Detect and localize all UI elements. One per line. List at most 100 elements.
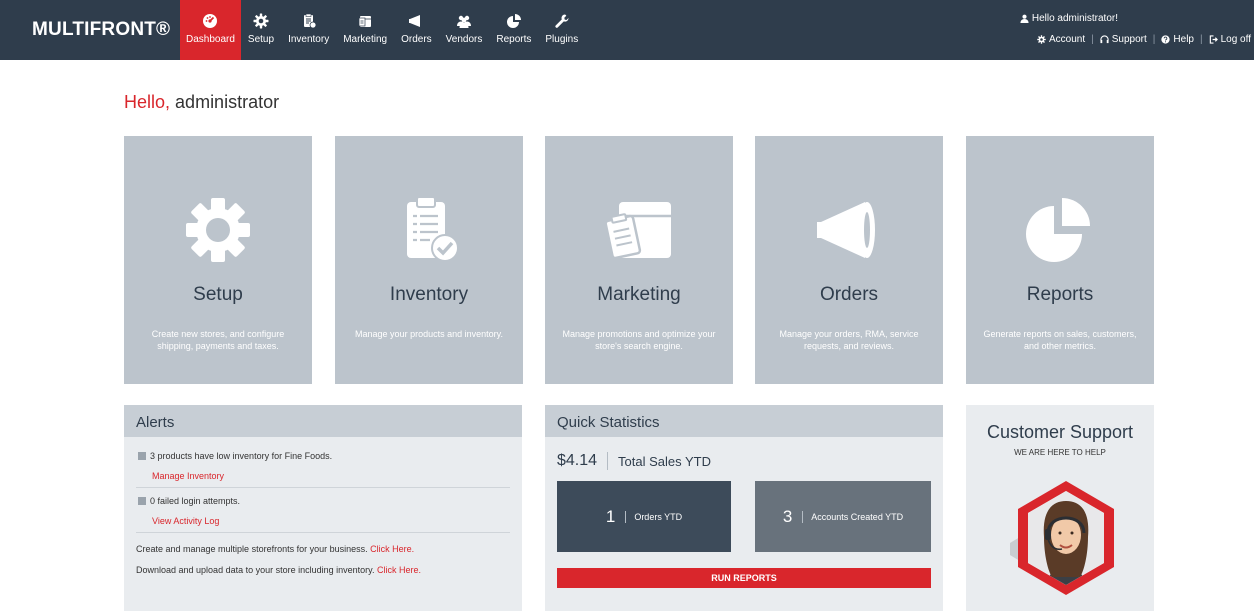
megaphone-icon: [817, 202, 875, 258]
nav-orders[interactable]: Orders: [394, 0, 439, 60]
users-icon: [457, 15, 472, 28]
divider: [607, 452, 609, 470]
run-reports-button[interactable]: RUN REPORTS: [557, 568, 931, 588]
alerts-info: Create and manage multiple storefronts f…: [136, 539, 510, 581]
nav-label: Vendors: [445, 34, 483, 45]
user-icon: [1020, 14, 1029, 23]
question-icon: [1161, 35, 1171, 44]
orders-ytd-value: 1: [605, 506, 616, 526]
bullet-square-icon: [138, 452, 146, 460]
panel-title: Alerts: [124, 405, 522, 437]
gear-icon: [186, 198, 250, 262]
panel-title: Quick Statistics: [545, 405, 943, 437]
user-greeting-text: Hello administrator!: [1031, 13, 1118, 24]
pie-chart-icon: [1026, 198, 1090, 262]
divider: |: [1152, 34, 1156, 45]
greeting-name: administrator: [175, 92, 280, 112]
tile-marketing[interactable]: Marketing Manage promotions and optimize…: [545, 136, 733, 384]
accounts-ytd-stat: 3 Accounts Created YTD: [755, 481, 931, 552]
view-activity-log-link[interactable]: View Activity Log: [152, 516, 510, 526]
total-sales-label: Total Sales YTD: [618, 453, 712, 469]
nav-label: Setup: [247, 34, 275, 45]
alert-text: 3 products have low inventory for Fine F…: [150, 451, 333, 461]
tile-description: Create new stores, and configure shippin…: [151, 329, 285, 351]
tile-title: Marketing: [597, 284, 681, 305]
top-navbar: MULTIFRONT® Dashboard Setup Inventory Ma…: [0, 0, 1254, 60]
dashboard-icon: [203, 14, 218, 28]
divider: [625, 510, 627, 523]
nav-marketing[interactable]: Marketing: [336, 0, 394, 60]
quick-statistics-panel: Quick Statistics $4.14 Total Sales YTD 1…: [545, 405, 943, 611]
nav-setup[interactable]: Setup: [241, 0, 281, 60]
total-sales: $4.14 Total Sales YTD: [557, 452, 711, 470]
greeting-hello: Hello,: [124, 92, 171, 112]
nav-label: Marketing: [343, 34, 388, 45]
total-sales-amount: $4.14: [557, 452, 598, 469]
nav-inventory[interactable]: Inventory: [281, 0, 336, 60]
support-subtitle: WE ARE HERE TO HELP: [1014, 448, 1106, 457]
tile-title: Setup: [193, 284, 243, 305]
wrench-icon: [555, 14, 569, 28]
megaphone-icon: [409, 15, 421, 27]
tile-title: Inventory: [389, 284, 469, 305]
tile-description: Manage your products and inventory.: [355, 329, 503, 339]
orders-ytd-label: Orders YTD: [634, 511, 683, 522]
divider: [802, 510, 804, 523]
alert-item: 0 failed login attempts. View Activity L…: [136, 488, 510, 533]
help-link[interactable]: Help: [1161, 34, 1194, 45]
box-icon: [358, 16, 372, 27]
orders-ytd-stat: 1 Orders YTD: [557, 481, 731, 552]
gear-icon: [253, 13, 269, 29]
tile-inventory[interactable]: Inventory Manage your products and inven…: [335, 136, 523, 384]
alert-text: 0 failed login attempts.: [150, 496, 241, 506]
download-text: Download and upload data to your store i…: [136, 565, 375, 575]
logout-icon: [1209, 35, 1218, 44]
tile-description: Manage your orders, RMA, service request…: [779, 329, 919, 351]
headset-icon: [1100, 35, 1109, 44]
alerts-panel: Alerts 3 products have low inventory for…: [124, 405, 522, 611]
nav-label: Dashboard: [186, 34, 235, 45]
storefront-click-here-link[interactable]: Click Here.: [370, 544, 414, 554]
account-link[interactable]: Account: [1037, 34, 1085, 45]
download-click-here-link[interactable]: Click Here.: [377, 565, 421, 575]
nav-reports[interactable]: Reports: [489, 0, 538, 60]
utility-links: Account | Support | Help | Log off: [1037, 34, 1251, 45]
page-greeting: Hello, administrator: [124, 92, 279, 113]
pie-chart-icon: [506, 14, 521, 28]
nav-label: Inventory: [288, 34, 330, 45]
accounts-ytd-label: Accounts Created YTD: [811, 511, 904, 522]
help-label: Help: [1173, 34, 1194, 45]
logoff-label: Log off: [1220, 34, 1251, 45]
tile-description: Manage promotions and optimize your stor…: [562, 329, 716, 351]
brand-logo[interactable]: MULTIFRONT®: [32, 19, 170, 41]
nav-label: Reports: [496, 34, 532, 45]
storefront-text: Create and manage multiple storefronts f…: [136, 544, 368, 554]
nav-label: Plugins: [545, 34, 579, 45]
support-title: Customer Support: [986, 422, 1134, 442]
clipboard-check-icon: [407, 196, 459, 262]
alert-item: 3 products have low inventory for Fine F…: [136, 451, 510, 488]
divider: |: [1199, 34, 1203, 45]
bullet-square-icon: [138, 497, 146, 505]
manage-inventory-link[interactable]: Manage Inventory: [152, 471, 510, 481]
nav-label: Orders: [401, 34, 432, 45]
support-label: Support: [1111, 34, 1147, 45]
box-clipboard-icon: [604, 202, 671, 260]
tile-setup[interactable]: Setup Create new stores, and configure s…: [124, 136, 312, 384]
divider: |: [1091, 34, 1094, 45]
support-agent-image[interactable]: [992, 467, 1130, 611]
main-nav: Dashboard Setup Inventory Marketing Orde…: [180, 0, 585, 60]
support-link[interactable]: Support: [1100, 34, 1147, 45]
user-greeting: Hello administrator!: [1020, 13, 1118, 24]
nav-vendors[interactable]: Vendors: [439, 0, 490, 60]
account-label: Account: [1049, 34, 1086, 45]
tile-orders[interactable]: Orders Manage your orders, RMA, service …: [755, 136, 943, 384]
nav-dashboard[interactable]: Dashboard: [180, 0, 241, 60]
gear-icon: [1037, 35, 1046, 44]
logoff-link[interactable]: Log off: [1209, 34, 1251, 45]
tile-title: Orders: [819, 284, 879, 305]
tile-reports[interactable]: Reports Generate reports on sales, custo…: [966, 136, 1154, 384]
nav-plugins[interactable]: Plugins: [538, 0, 585, 60]
tile-title: Reports: [1026, 284, 1094, 305]
clipboard-icon: [303, 13, 317, 29]
